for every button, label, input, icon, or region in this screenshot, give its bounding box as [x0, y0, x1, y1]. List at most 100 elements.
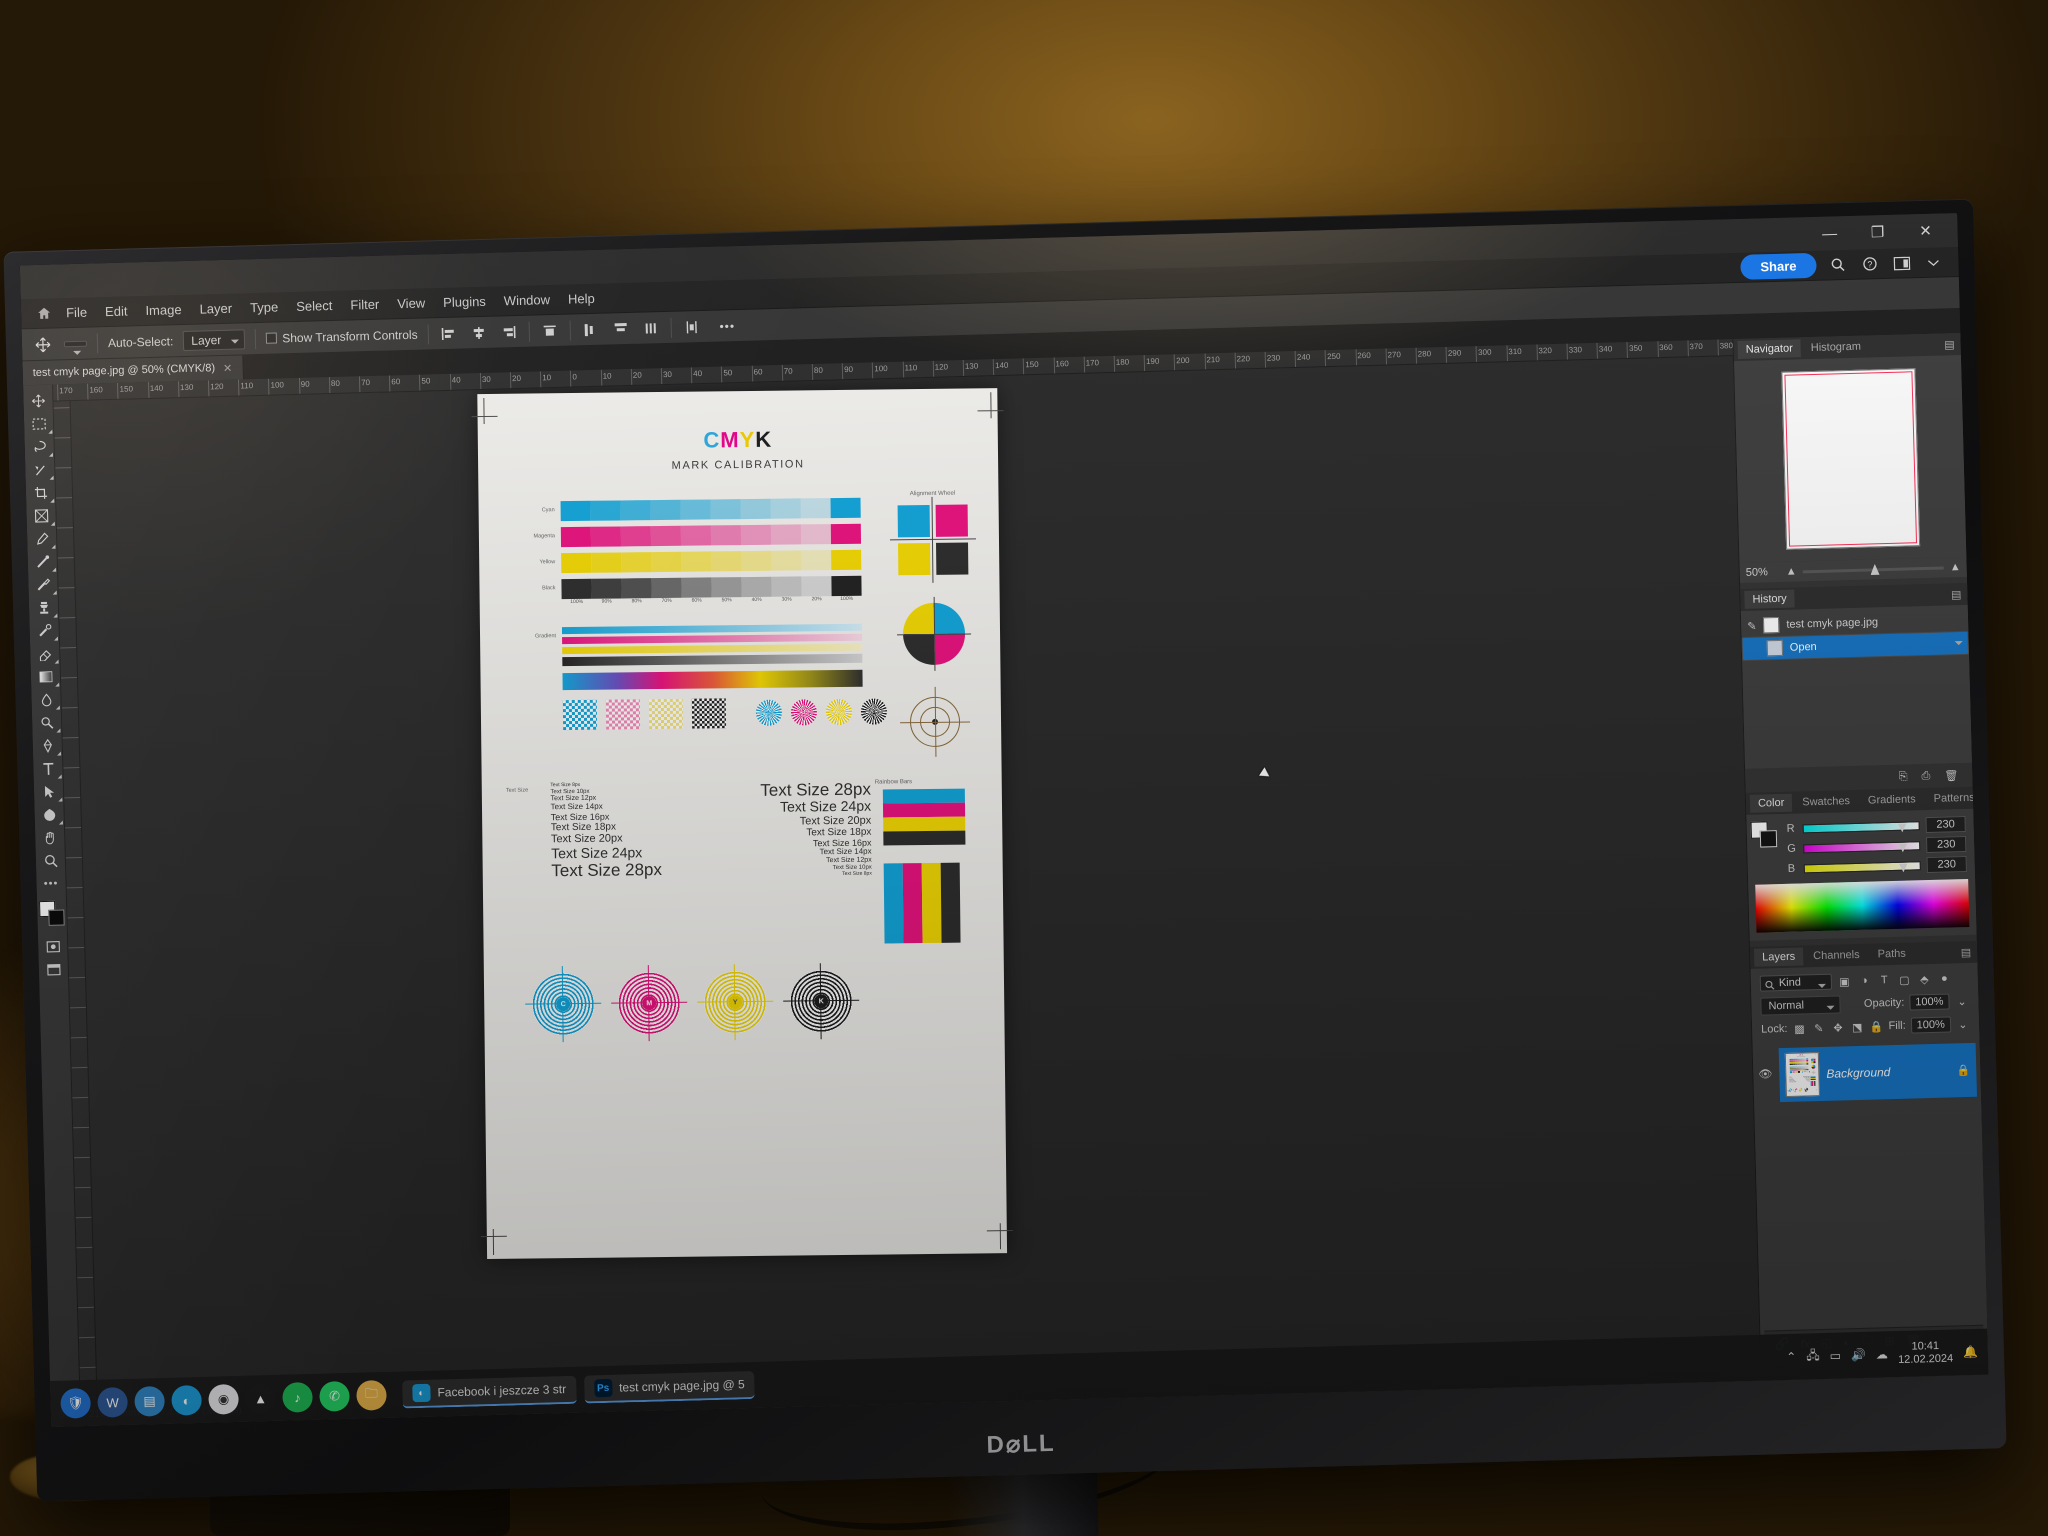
slider-track-g[interactable] — [1803, 840, 1921, 853]
notes-icon[interactable]: ▤ — [134, 1385, 166, 1417]
workspace-icon[interactable] — [1890, 252, 1913, 275]
more-options-button[interactable]: ••• — [719, 319, 735, 333]
navigator-zoom-value[interactable]: 50% — [1746, 566, 1780, 579]
align-distribute-menu-icon[interactable] — [681, 318, 701, 337]
layer-lock-icon[interactable]: 🔒 — [1956, 1063, 1970, 1076]
chevron-down-icon[interactable] — [1922, 251, 1945, 274]
chevron-up-icon[interactable]: ⌃ — [1786, 1350, 1796, 1364]
document-canvas[interactable]: CMYK MARK CALIBRATION Cyan Magenta Yello… — [471, 388, 1013, 1260]
tool-brush[interactable] — [29, 573, 58, 597]
taskbar-clock[interactable]: 10:41 12.02.2024 — [1898, 1340, 1954, 1367]
show-transform-checkbox[interactable] — [266, 331, 278, 344]
new-snapshot-icon[interactable]: ⎙ — [1921, 769, 1930, 782]
layer-visibility-icon[interactable]: 👁 — [1757, 1067, 1773, 1080]
menu-layer[interactable]: Layer — [190, 297, 241, 319]
zoom-slider[interactable] — [1802, 564, 1944, 575]
tool-history-brush[interactable] — [30, 619, 59, 643]
tool-clone-stamp[interactable] — [29, 596, 58, 620]
search-icon[interactable] — [1826, 253, 1849, 276]
tab-gradients[interactable]: Gradients — [1860, 790, 1924, 810]
windows-defender-icon[interactable]: 🛡 — [60, 1387, 92, 1419]
show-transform-controls[interactable]: Show Transform Controls — [266, 327, 418, 345]
navigator-thumbnail[interactable]: CMYK MARK CALIBRATION Cyan — [1780, 368, 1920, 550]
panel-menu-icon[interactable]: ▤ — [1951, 588, 1962, 601]
network-icon[interactable]: 🖧 — [1806, 1346, 1820, 1367]
speaker-icon[interactable]: 🔊 — [1851, 1348, 1866, 1362]
explorer-icon[interactable]: 🗀 — [356, 1379, 387, 1411]
minimize-button[interactable]: — — [1805, 216, 1854, 251]
help-icon[interactable]: ? — [1858, 253, 1881, 276]
color-spectrum-ramp[interactable] — [1755, 878, 1970, 933]
distribute-spacing-icon[interactable] — [640, 319, 660, 338]
slider-knob-b[interactable] — [1899, 863, 1908, 872]
slider-track-r[interactable] — [1802, 820, 1920, 833]
tool-blur[interactable] — [32, 688, 61, 712]
auto-select-dropdown[interactable]: Layer — [183, 328, 246, 351]
tab-histogram[interactable]: Histogram — [1803, 337, 1870, 357]
lock-image-icon[interactable]: ✎ — [1811, 1020, 1826, 1035]
menu-type[interactable]: Type — [241, 296, 288, 318]
share-button[interactable]: Share — [1740, 252, 1817, 280]
tool-eyedropper[interactable] — [27, 527, 56, 551]
tool-marquee[interactable] — [24, 412, 53, 436]
maximize-button[interactable]: ❐ — [1853, 215, 1902, 250]
align-right-icon[interactable] — [498, 322, 518, 341]
tab-layers[interactable]: Layers — [1753, 947, 1804, 967]
tool-edit-toolbar[interactable]: ••• — [37, 871, 66, 895]
tool-gradient[interactable] — [31, 665, 60, 689]
layer-row-background[interactable]: CMYK MARK CALIBRATION Cyan Magenta Yello… — [1778, 1042, 1978, 1103]
tab-navigator[interactable]: Navigator — [1737, 339, 1802, 359]
channel-value-g[interactable]: 230 — [1925, 836, 1967, 854]
pixel-filter-icon[interactable]: ▣ — [1837, 974, 1852, 989]
tool-path-selection[interactable] — [34, 779, 63, 803]
align-center-horizontal-icon[interactable] — [468, 323, 488, 342]
foreground-background-color[interactable] — [38, 900, 66, 927]
lock-position-icon[interactable]: ✥ — [1831, 1020, 1846, 1035]
tab-patterns[interactable]: Patterns — [1925, 789, 1982, 809]
toggle-filter-icon[interactable]: ● — [1937, 971, 1952, 986]
history-item-open[interactable]: Open — [1741, 630, 1970, 661]
type-filter-icon[interactable]: T — [1877, 973, 1892, 988]
align-left-icon[interactable] — [438, 324, 458, 343]
slider-knob-r[interactable] — [1898, 823, 1907, 832]
menu-file[interactable]: File — [57, 301, 97, 323]
home-icon[interactable] — [31, 302, 58, 325]
color-fg-bg-swatch[interactable] — [1750, 821, 1778, 848]
color-background-swatch[interactable] — [1759, 830, 1778, 848]
word-icon[interactable]: W — [97, 1386, 129, 1418]
tool-frame[interactable] — [27, 504, 56, 528]
distribute-horizontal-icon[interactable] — [610, 319, 630, 338]
tool-dodge[interactable] — [32, 711, 61, 735]
panel-menu-icon[interactable]: ▤ — [1984, 791, 1988, 804]
zoom-in-icon[interactable]: ▲ — [1950, 561, 1961, 573]
channel-value-b[interactable]: 230 — [1926, 855, 1967, 874]
tool-zoom[interactable] — [36, 848, 65, 872]
align-top-icon[interactable] — [539, 321, 559, 340]
menu-help[interactable]: Help — [559, 288, 604, 310]
slider-knob-g[interactable] — [1898, 843, 1907, 852]
edge-icon[interactable]: ◐ — [171, 1384, 202, 1416]
zoom-slider-thumb[interactable] — [1870, 564, 1879, 575]
background-color-swatch[interactable] — [47, 909, 65, 926]
screen-mode-button[interactable] — [39, 957, 68, 981]
tool-shape[interactable] — [35, 802, 64, 826]
delete-icon[interactable]: 🗑 — [1944, 769, 1958, 782]
tool-hand[interactable] — [36, 825, 65, 849]
lock-all-icon[interactable]: 🔒 — [1869, 1019, 1884, 1034]
menu-view[interactable]: View — [388, 292, 435, 314]
battery-icon[interactable]: ▭ — [1829, 1349, 1841, 1363]
whatsapp-icon[interactable]: ✆ — [319, 1380, 350, 1412]
menu-image[interactable]: Image — [136, 299, 191, 321]
layer-name[interactable]: Background — [1826, 1064, 1950, 1081]
tool-crop[interactable] — [26, 481, 55, 505]
spotify-icon[interactable]: ♪ — [282, 1381, 313, 1413]
move-tool-icon[interactable] — [32, 333, 55, 356]
adjustment-filter-icon[interactable]: ◑ — [1857, 973, 1872, 988]
tool-preset-picker[interactable] — [63, 340, 88, 347]
tab-paths[interactable]: Paths — [1869, 944, 1914, 963]
tool-object-selection[interactable] — [26, 458, 55, 482]
opacity-value[interactable]: 100% — [1909, 993, 1950, 1011]
bell-icon[interactable]: 🔔 — [1963, 1345, 1978, 1359]
menu-select[interactable]: Select — [287, 295, 342, 317]
smart-object-filter-icon[interactable]: ⬘ — [1917, 971, 1932, 986]
